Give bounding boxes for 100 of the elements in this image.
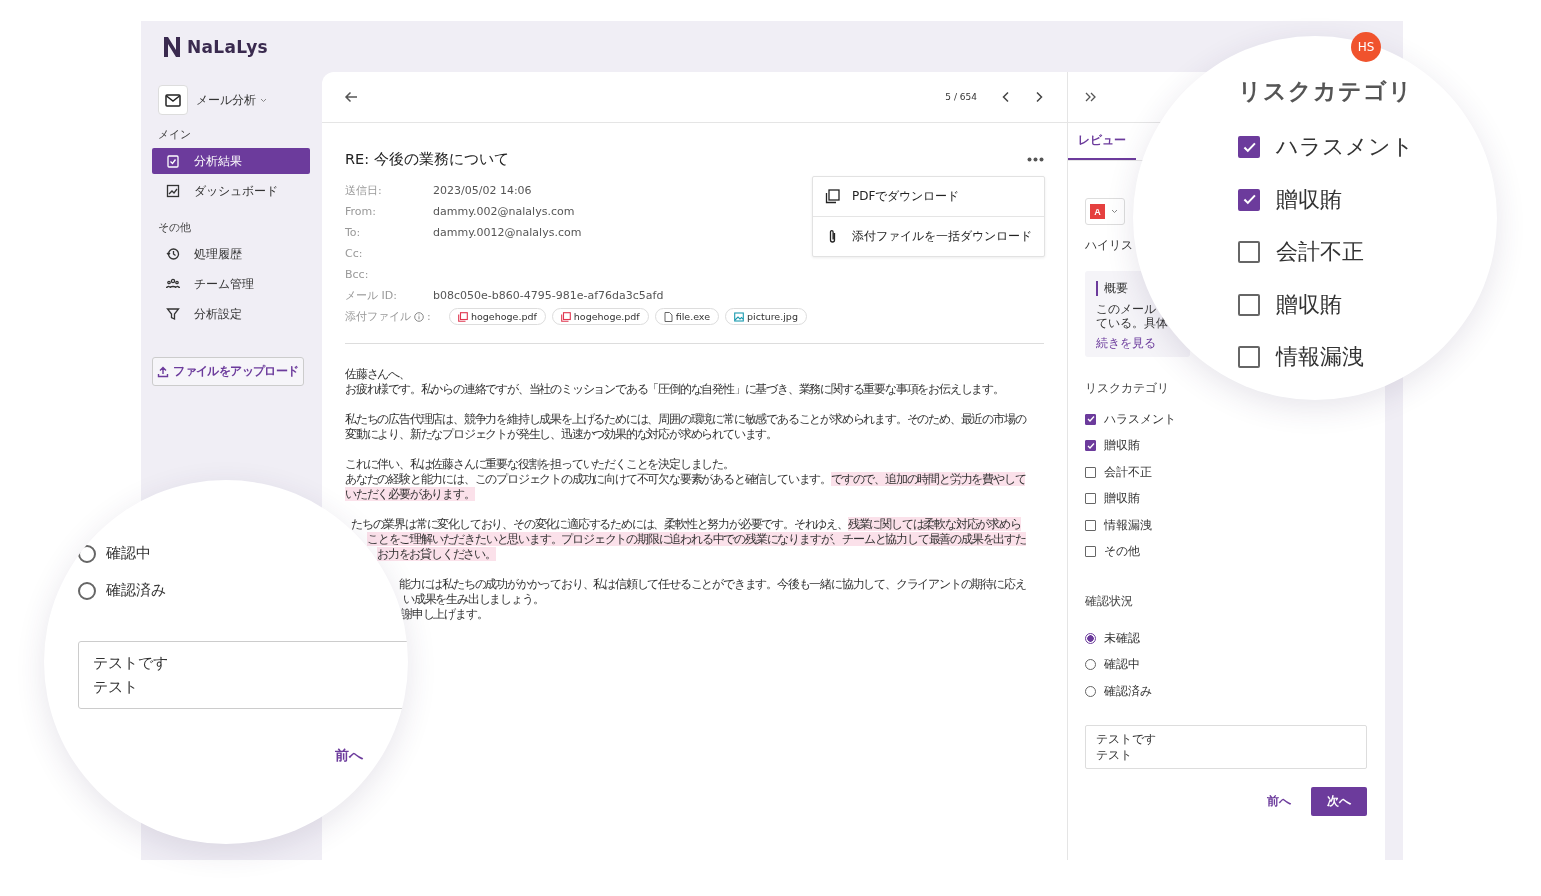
field-label: Cc:	[345, 247, 364, 260]
logo-text: NaLaLys	[187, 36, 268, 57]
file-icon	[663, 311, 673, 322]
checkbox-label: 情報漏洩	[1276, 343, 1364, 372]
checkmark-icon	[1086, 441, 1095, 450]
radio-button[interactable]	[1085, 685, 1096, 697]
checkbox[interactable]	[1085, 440, 1096, 452]
checkbox[interactable]	[1238, 241, 1260, 264]
comment-field[interactable]: テストです テスト	[1085, 724, 1367, 769]
clipboard-check-icon	[166, 154, 180, 168]
page-counter: 5 / 654	[945, 92, 977, 102]
upload-button[interactable]: ファイルをアップロード	[152, 357, 304, 386]
comment-text: テスト	[1096, 746, 1133, 763]
comment-field[interactable]: テストです テスト	[78, 641, 408, 709]
checkbox-label: 会計不正	[1276, 238, 1364, 267]
chevron-down-icon	[260, 97, 267, 103]
section-heading: その他	[158, 220, 192, 235]
user-avatar[interactable]: HS	[1351, 31, 1381, 62]
comment-text: テスト	[93, 677, 139, 698]
chart-icon	[166, 184, 180, 198]
logo-icon	[162, 35, 182, 58]
email-paragraph: 私たちの広告代理店は、競争力を維持し成果を上げるためには、周囲の環境に常に敏感であることが求められます。そのため、最近の市場の 変動により、新たなプロジェクトが発生し、迅速かつ効果的な対応が求められています。	[345, 412, 1027, 442]
radio-button[interactable]	[1085, 632, 1096, 644]
radio-label: 確認中	[1104, 656, 1140, 674]
checkbox[interactable]	[1238, 346, 1260, 369]
checkbox[interactable]	[1238, 136, 1260, 159]
pdf-icon	[825, 189, 840, 204]
chevron-right-icon[interactable]	[1035, 91, 1043, 103]
radio-label: 確認済み	[1104, 682, 1152, 700]
email-paragraph: 佐藤さんへ、 お疲れ様です。私からの連絡ですが、当社のミッションである「圧倒的な自発性」に基づき、業務に関する重要な事項をお伝えします。	[345, 367, 1005, 397]
nav-item[interactable]: 処理履歴	[152, 241, 310, 267]
history-icon	[166, 247, 180, 261]
nav-item[interactable]: ダッシュボード	[152, 178, 310, 204]
next-button[interactable]: 次へ	[1311, 786, 1367, 816]
checkbox[interactable]	[1238, 188, 1260, 211]
field-label: Bcc:	[345, 268, 370, 281]
field-label: 送信日:	[345, 183, 383, 198]
radio-button[interactable]	[78, 544, 96, 563]
summary-text: このメール	[1096, 302, 1157, 316]
section-heading: メイン	[158, 127, 192, 142]
checkmark-icon	[1086, 415, 1095, 424]
mail-icon[interactable]	[158, 85, 188, 115]
checkbox-label: ハラスメント	[1276, 133, 1414, 162]
collapse-panel-icon[interactable]	[1085, 92, 1096, 102]
checkbox-label: 贈収賄	[1276, 290, 1342, 319]
checkbox-label: ハラスメント	[1104, 410, 1176, 428]
previous-button[interactable]: 前へ	[1261, 791, 1297, 811]
upload-icon	[157, 365, 170, 378]
field-label: 添付ファイル	[345, 309, 411, 324]
nav-item[interactable]: チーム管理	[152, 271, 310, 297]
nav-item[interactable]: 分析結果	[152, 148, 310, 174]
radio-button[interactable]	[78, 581, 96, 600]
checkbox-label: 贈収賄	[1104, 437, 1140, 455]
checkbox-label: その他	[1104, 543, 1140, 561]
menu-item[interactable]: PDFでダウンロード	[813, 177, 1044, 216]
checkbox[interactable]	[1085, 546, 1096, 558]
checkbox[interactable]	[1085, 413, 1096, 425]
radio-label: 未確認	[1104, 629, 1140, 647]
checkbox[interactable]	[1238, 293, 1260, 316]
section-heading: リスクカテゴリ	[1238, 77, 1414, 106]
comment-text: テストです	[93, 653, 169, 674]
menu-item[interactable]: 添付ファイルを一括ダウンロード	[813, 216, 1044, 256]
field-value: dammy.002@nalalys.com	[433, 205, 575, 218]
previous-button[interactable]: 前へ	[335, 747, 363, 765]
pdf-file-icon	[458, 311, 468, 322]
filter-icon	[166, 307, 180, 321]
radio-label: 確認済み	[106, 581, 166, 600]
team-icon	[166, 277, 180, 291]
module-dropdown[interactable]: メール分析	[196, 91, 267, 109]
nav-item[interactable]: 分析設定	[152, 301, 310, 327]
checkbox[interactable]	[1085, 519, 1096, 531]
field-value: 2023/05/02 14:06	[433, 184, 532, 197]
field-label: メール ID:	[345, 288, 398, 303]
section-heading: 確認状況	[1085, 593, 1134, 610]
chevron-left-icon[interactable]	[1002, 91, 1010, 103]
risk-level-dropdown[interactable]: A	[1085, 198, 1125, 225]
read-more-link[interactable]: 続きを見る	[1096, 336, 1156, 351]
summary-text: ている。具体	[1096, 316, 1169, 330]
pdf-file-icon	[560, 311, 571, 322]
field-label: To:	[345, 226, 362, 239]
field-value: dammy.0012@nalalys.com	[433, 226, 582, 239]
image-file-icon	[734, 311, 745, 322]
email-subject: RE: 今後の業務について	[345, 150, 509, 169]
field-value: b08c050e-b860-4795-981e-af76da3c5afd	[433, 289, 664, 302]
review-tab[interactable]: レビュー	[1068, 123, 1136, 160]
risk-label: ハイリス	[1085, 237, 1133, 254]
back-arrow-icon[interactable]	[344, 91, 358, 103]
more-icon[interactable]	[1027, 157, 1044, 162]
checkbox[interactable]	[1085, 466, 1096, 478]
section-heading: リスクカテゴリ	[1085, 380, 1170, 397]
info-icon	[414, 311, 424, 322]
radio-label: 確認中	[106, 544, 151, 563]
checkbox-label: 情報漏洩	[1104, 516, 1152, 534]
field-label: :	[427, 310, 431, 323]
comment-text: テストです	[1096, 730, 1157, 747]
checkbox-label: 贈収賄	[1276, 185, 1342, 214]
radio-button[interactable]	[1085, 659, 1096, 671]
checkbox-label: 会計不正	[1104, 463, 1152, 481]
checkbox[interactable]	[1085, 493, 1096, 505]
checkbox-label: 贈収賄	[1104, 490, 1140, 508]
